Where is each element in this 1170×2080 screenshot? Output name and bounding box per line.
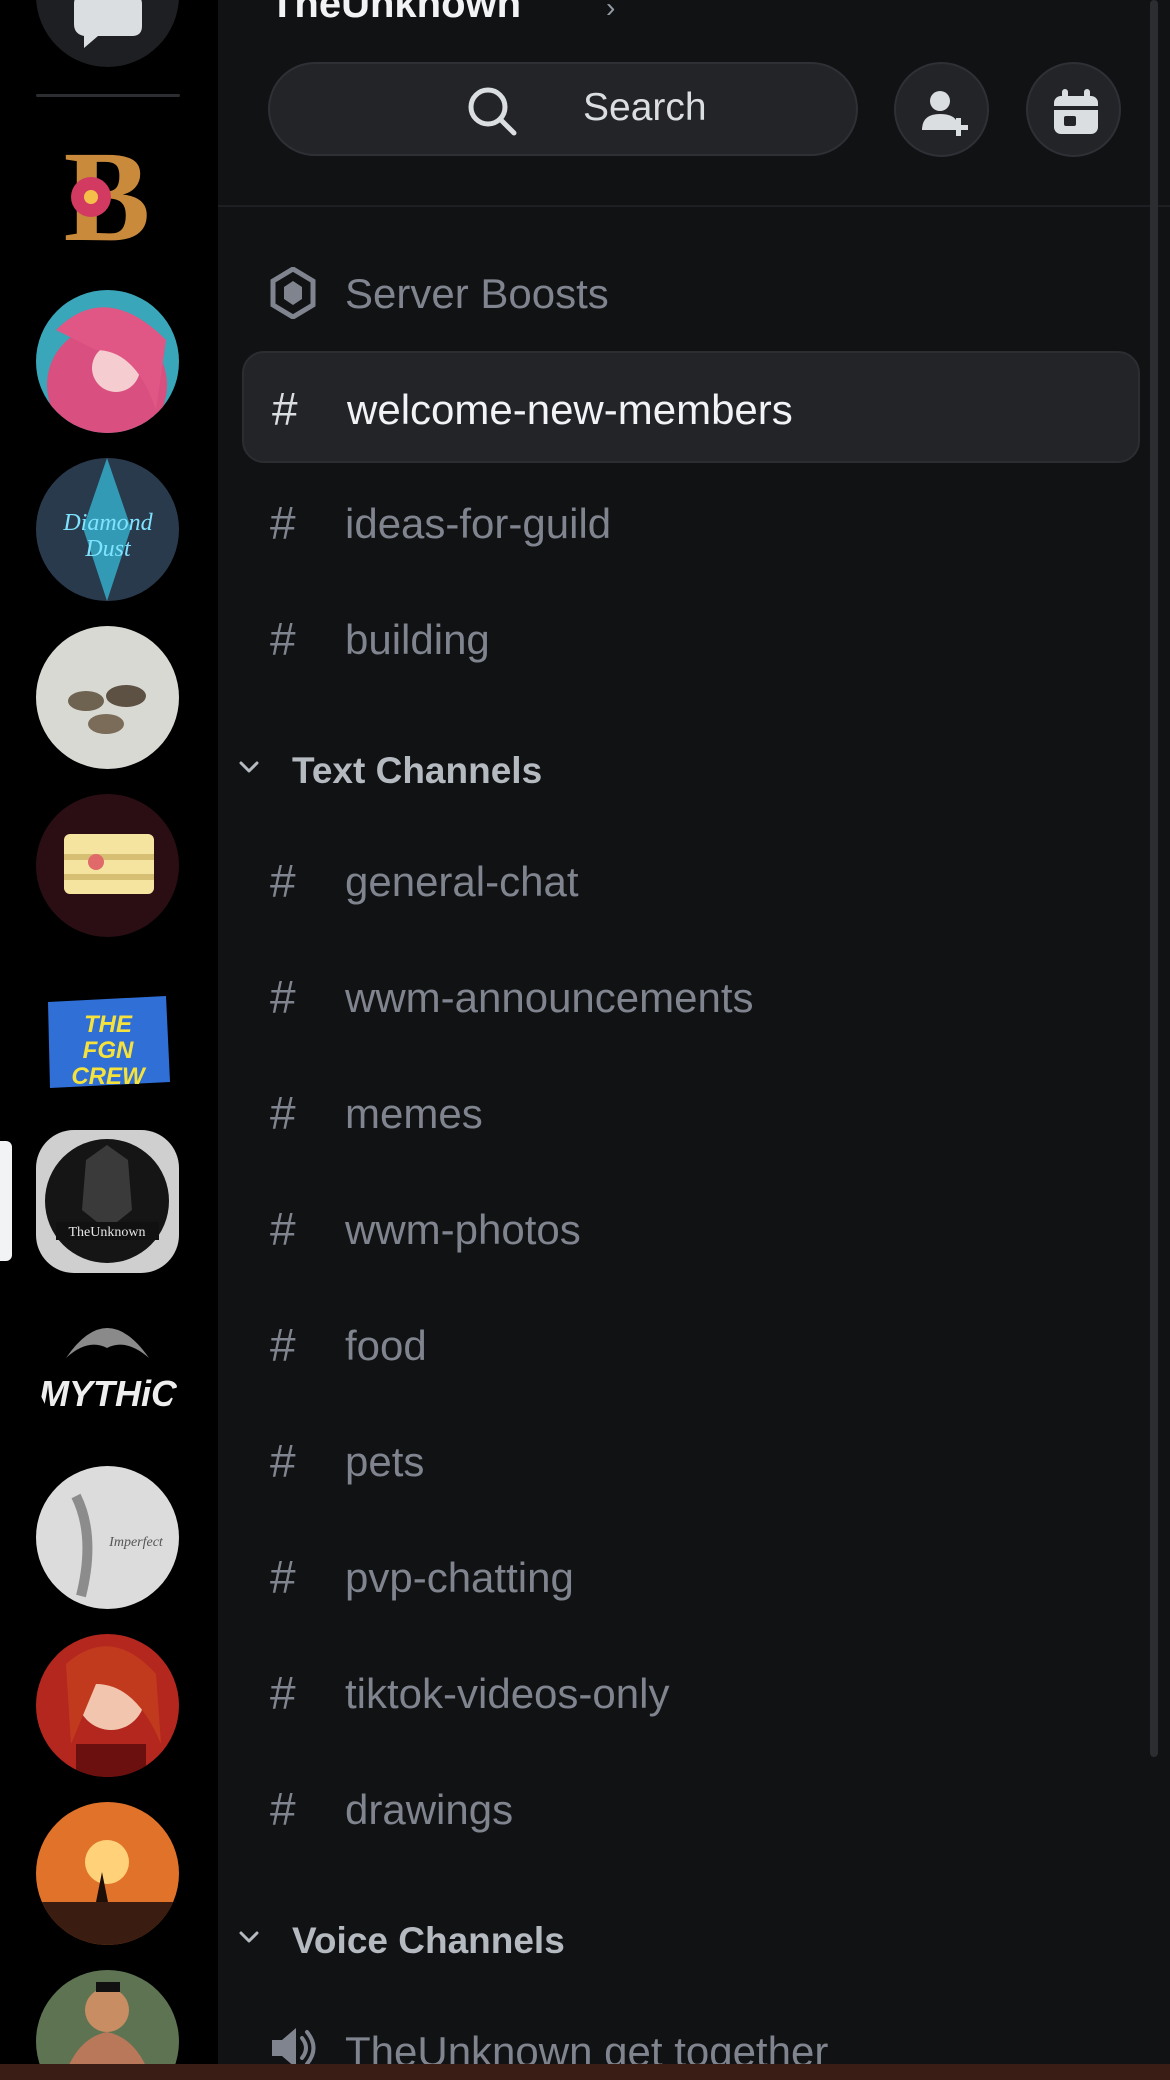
hash-icon: # (270, 1783, 296, 1835)
channel-name: memes (345, 1090, 483, 1137)
server-icon-sunset[interactable] (36, 1802, 179, 1945)
hash-icon: # (270, 1203, 296, 1255)
channel-ideas-for-guild[interactable]: # ideas-for-guild (242, 467, 1140, 579)
header-divider (218, 205, 1170, 207)
server-icon-red-haired-girl[interactable] (36, 1634, 179, 1777)
hash-icon: # (272, 383, 298, 435)
hash-icon: # (270, 1435, 296, 1487)
hash-icon: # (270, 1667, 296, 1719)
channel-name: pets (345, 1438, 425, 1485)
server-icon-mythic[interactable]: MYTHiC (36, 1298, 179, 1441)
scrollbar[interactable] (1150, 0, 1158, 1757)
channel-pvp-chatting[interactable]: # pvp-chatting (242, 1521, 1140, 1633)
channel-pets[interactable]: # pets (242, 1405, 1140, 1517)
channel-wwm-announcements[interactable]: # wwm-announcements (242, 941, 1140, 1053)
svg-text:CREW: CREW (71, 1063, 147, 1090)
svg-text:THE: THE (84, 1011, 133, 1038)
search-button[interactable]: Search (268, 62, 858, 156)
channel-general-chat[interactable]: # general-chat (242, 825, 1140, 937)
bottom-bar-edge (0, 2064, 1170, 2080)
svg-text:Diamond: Diamond (62, 510, 153, 536)
chat-bubble-icon (74, 0, 142, 48)
invite-members-button[interactable] (894, 62, 989, 157)
svg-text:MYTHiC: MYTHiC (39, 1373, 178, 1414)
chevron-down-icon (239, 761, 259, 773)
hash-icon: # (270, 613, 296, 665)
server-icon-boxes[interactable] (36, 794, 179, 937)
channel-tiktok-videos-only[interactable]: # tiktok-videos-only (242, 1637, 1140, 1749)
channel-name: wwm-announcements (345, 974, 754, 1021)
hash-icon: # (270, 497, 296, 549)
server-icon-fgn-crew[interactable]: THE FGN CREW (36, 962, 179, 1105)
category-label: Text Channels (292, 750, 543, 791)
server-icon-wolves[interactable] (36, 626, 179, 769)
direct-messages-button[interactable] (36, 0, 179, 67)
add-user-icon (922, 91, 968, 136)
server-title[interactable]: TheUnknown (270, 0, 521, 27)
chevron-down-icon (239, 1931, 259, 1943)
hash-icon: # (270, 1319, 296, 1371)
channel-wwm-photos[interactable]: # wwm-photos (242, 1173, 1140, 1285)
channel-name: welcome-new-members (347, 386, 793, 433)
channel-name: drawings (345, 1786, 514, 1833)
channel-name: tiktok-videos-only (345, 1670, 670, 1717)
hash-icon: # (270, 971, 296, 1023)
channel-name: building (345, 616, 490, 663)
category-label: Voice Channels (292, 1920, 565, 1961)
svg-text:TheUnknown: TheUnknown (69, 1225, 146, 1240)
events-button[interactable] (1026, 62, 1121, 157)
chevron-right-icon: › (606, 0, 616, 23)
hash-icon: # (270, 1551, 296, 1603)
server-icon-theunknown[interactable]: TheUnknown (36, 1130, 179, 1273)
calendar-icon (1054, 89, 1098, 134)
channel-welcome-new-members[interactable]: # welcome-new-members (242, 351, 1140, 463)
hash-icon: # (270, 855, 296, 907)
server-icon-anime-girl[interactable] (36, 290, 179, 433)
search-icon (468, 87, 517, 136)
channel-memes[interactable]: # memes (242, 1057, 1140, 1169)
svg-text:Dust: Dust (84, 536, 132, 562)
svg-text:Imperfect: Imperfect (108, 1535, 164, 1550)
server-boosts-row[interactable]: Server Boosts (242, 237, 1140, 349)
server-rail: B DiamondDust THEFGNCREW TheUnknown MYTH… (0, 0, 218, 2080)
channel-panel: TheUnknown › Search Server Boosts # welc… (218, 0, 1170, 2080)
channel-food[interactable]: # food (242, 1289, 1140, 1401)
rail-divider (36, 94, 180, 97)
channel-drawings[interactable]: # drawings (242, 1753, 1140, 1865)
channel-building[interactable]: # building (242, 583, 1140, 695)
channel-name: pvp-chatting (345, 1554, 574, 1601)
selected-server-indicator (0, 1141, 12, 1261)
svg-text:FGN: FGN (83, 1037, 134, 1064)
channel-name: food (345, 1322, 427, 1369)
channel-name: wwm-photos (345, 1206, 581, 1253)
hash-icon: # (270, 1087, 296, 1139)
server-icon-b-emblem[interactable]: B (36, 122, 179, 265)
boost-gem-icon (270, 267, 316, 319)
channel-name: general-chat (345, 858, 579, 905)
server-icon-diamond-dust[interactable]: Diamond Dust (36, 458, 179, 601)
channel-name: Server Boosts (345, 270, 609, 317)
server-icon-imperfect[interactable]: Imperfect (36, 1466, 179, 1609)
search-label: Search (583, 86, 707, 129)
channel-name: ideas-for-guild (345, 500, 612, 547)
